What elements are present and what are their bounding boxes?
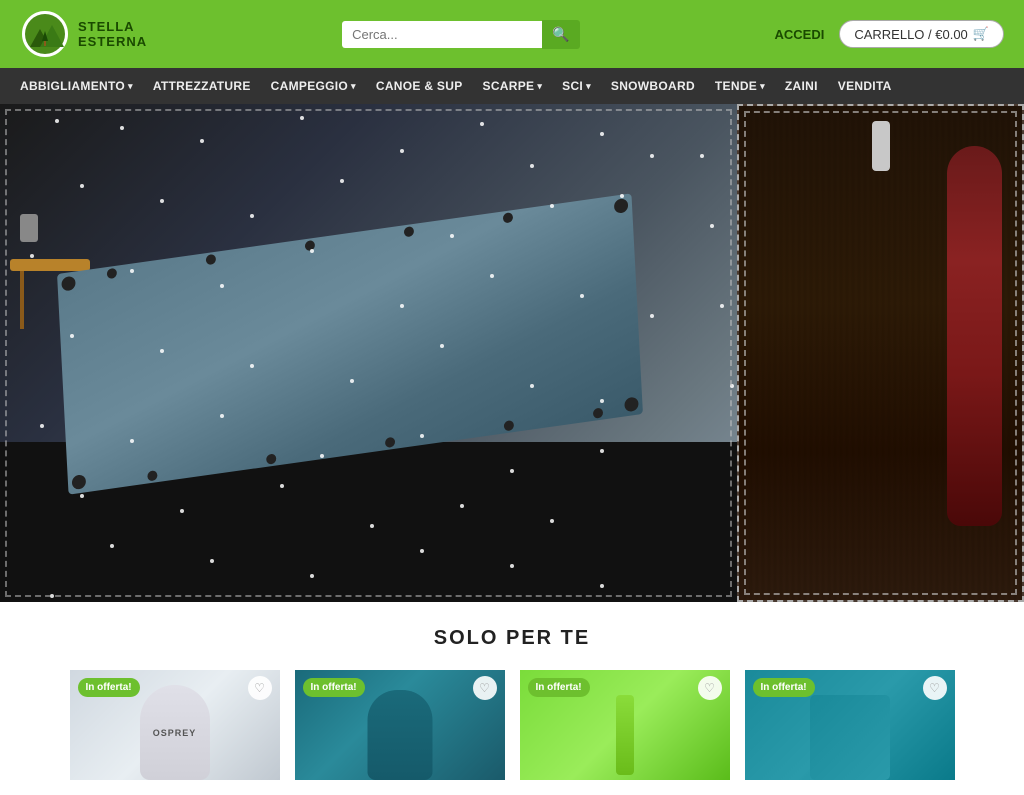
lantern — [20, 214, 38, 242]
product-image: In offerta! ♡ OSPREY — [70, 670, 280, 780]
nav-item-snowboard[interactable]: SNOWBOARD — [601, 68, 705, 104]
brand-text: OSPREY — [153, 728, 197, 738]
product-card: In offerta! ♡ — [520, 670, 730, 780]
offer-badge: In offerta! — [753, 678, 815, 697]
featured-products-section: SOLO PER TE In offerta! ♡ OSPREY In offe… — [0, 602, 1024, 795]
hero-section — [0, 104, 1024, 602]
chevron-down-icon: ▾ — [351, 81, 356, 92]
cart-button[interactable]: CARRELLO / €0.00 🛒 — [839, 20, 1004, 48]
top-bar: STELLA ESTERNA 🔍 ACCEDI CARRELLO / €0.00… — [0, 0, 1024, 68]
product-card: In offerta! ♡ — [295, 670, 505, 780]
product-image: In offerta! ♡ — [520, 670, 730, 780]
side-scene — [739, 106, 1022, 600]
wishlist-button[interactable]: ♡ — [248, 676, 272, 700]
main-navigation: ABBIGLIAMENTO ▾ ATTREZZATURE CAMPEGGIO ▾… — [0, 68, 1024, 104]
nav-item-vendita[interactable]: VENDITA — [828, 68, 902, 104]
section-title: SOLO PER TE — [20, 627, 1004, 650]
cot-scene — [0, 104, 737, 602]
hero-main-panel — [0, 104, 737, 602]
search-button[interactable]: 🔍 — [542, 20, 579, 49]
nav-item-abbigliamento[interactable]: ABBIGLIAMENTO ▾ — [10, 68, 143, 104]
offer-badge: In offerta! — [528, 678, 590, 697]
backpack-shape — [367, 690, 432, 780]
cart-icon: 🛒 — [973, 26, 989, 42]
logo-icon — [20, 9, 70, 59]
nav-item-zaini[interactable]: ZAINI — [775, 68, 828, 104]
nav-item-campeggio[interactable]: CAMPEGGIO ▾ — [261, 68, 366, 104]
hero-side-panel — [737, 104, 1024, 602]
wishlist-button[interactable]: ♡ — [473, 676, 497, 700]
logo-text: STELLA ESTERNA — [78, 19, 147, 49]
product-image: In offerta! ♡ — [295, 670, 505, 780]
chevron-down-icon: ▾ — [128, 81, 133, 92]
search-input[interactable] — [342, 21, 542, 48]
nav-item-scarpe[interactable]: SCARPE ▾ — [473, 68, 553, 104]
backpack-shape: OSPREY — [140, 685, 210, 780]
nav-item-attrezzature[interactable]: ATTREZZATURE — [143, 68, 261, 104]
offer-badge: In offerta! — [78, 678, 140, 697]
search-area: 🔍 — [342, 20, 579, 49]
wishlist-button[interactable]: ♡ — [698, 676, 722, 700]
chevron-down-icon: ▾ — [760, 81, 765, 92]
water-bottle — [872, 121, 890, 171]
product-card: In offerta! ♡ OSPREY — [70, 670, 280, 780]
nav-item-sci[interactable]: SCI ▾ — [552, 68, 601, 104]
bag-shape — [810, 695, 890, 780]
bottle-shape — [616, 695, 634, 775]
wishlist-button[interactable]: ♡ — [923, 676, 947, 700]
chevron-down-icon: ▾ — [537, 81, 542, 92]
offer-badge: In offerta! — [303, 678, 365, 697]
products-row: In offerta! ♡ OSPREY In offerta! ♡ In of… — [20, 670, 1004, 780]
chevron-down-icon: ▾ — [586, 81, 591, 92]
cart-label: CARRELLO / €0.00 — [854, 27, 967, 42]
top-right-actions: ACCEDI CARRELLO / €0.00 🛒 — [775, 20, 1004, 48]
logo-area: STELLA ESTERNA — [20, 9, 147, 59]
nav-item-canoe-sup[interactable]: CANOE & SUP — [366, 68, 473, 104]
product-card: In offerta! ♡ — [745, 670, 955, 780]
product-image: In offerta! ♡ — [745, 670, 955, 780]
login-link[interactable]: ACCEDI — [775, 27, 825, 42]
nav-item-tende[interactable]: TENDE ▾ — [705, 68, 775, 104]
sleeping-bag — [947, 146, 1002, 526]
